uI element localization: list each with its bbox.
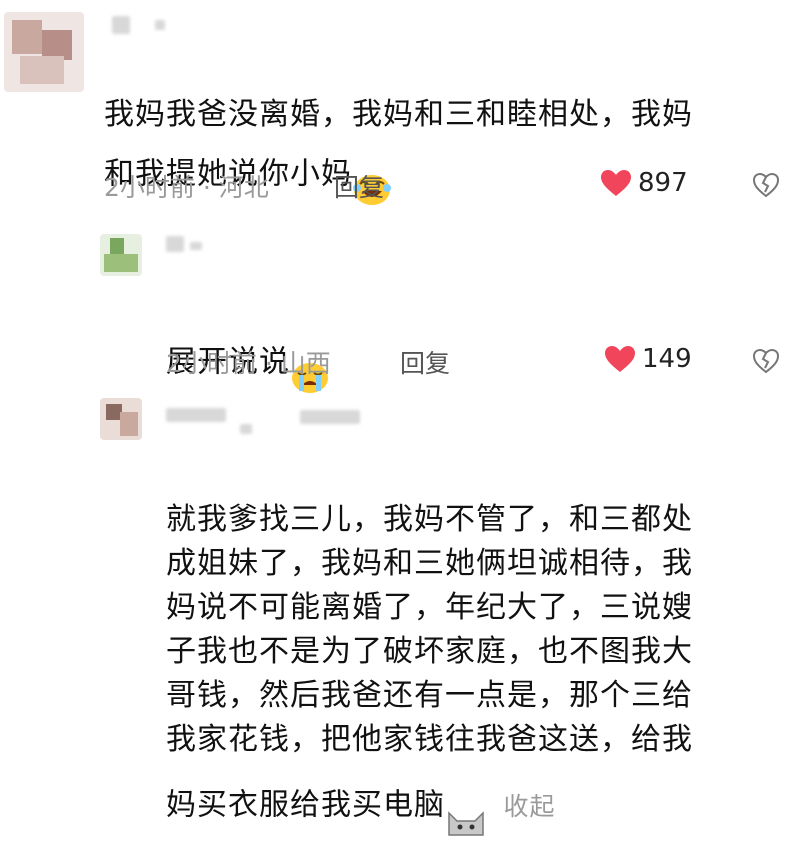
like-button[interactable]: 897 bbox=[600, 168, 688, 198]
like-count: 897 bbox=[638, 168, 688, 198]
username-blurred[interactable] bbox=[166, 236, 184, 252]
heart-icon bbox=[605, 346, 635, 372]
comment-time-location: 2小时前 · 河北 bbox=[104, 173, 269, 202]
username-blurred[interactable] bbox=[240, 424, 252, 434]
username-blurred[interactable] bbox=[166, 408, 226, 422]
comment-text: 就我爹找三儿，我妈不管了，和三都处 成姐妹了，我妈和三她俩坦诚相待，我 妈说不可… bbox=[166, 454, 776, 850]
like-count: 149 bbox=[642, 344, 692, 374]
heart-icon bbox=[601, 170, 631, 196]
reply-button[interactable]: 回复 bbox=[400, 344, 450, 380]
comment-time-location: 2小时前 · 山西 bbox=[166, 349, 331, 378]
username-blurred[interactable] bbox=[155, 20, 165, 30]
avatar[interactable] bbox=[100, 398, 142, 440]
avatar[interactable] bbox=[100, 234, 142, 276]
username-blurred[interactable] bbox=[190, 242, 202, 250]
avatar[interactable] bbox=[4, 12, 84, 92]
username-blurred[interactable] bbox=[300, 410, 360, 424]
like-button[interactable]: 149 bbox=[604, 344, 692, 374]
reply-button[interactable]: 回复 bbox=[334, 168, 384, 204]
username-blurred[interactable] bbox=[112, 16, 130, 34]
dislike-icon[interactable] bbox=[752, 172, 780, 202]
collapse-button[interactable]: 收起 bbox=[504, 792, 556, 821]
cat-emoji-icon bbox=[445, 762, 487, 850]
dislike-icon[interactable] bbox=[752, 348, 780, 378]
